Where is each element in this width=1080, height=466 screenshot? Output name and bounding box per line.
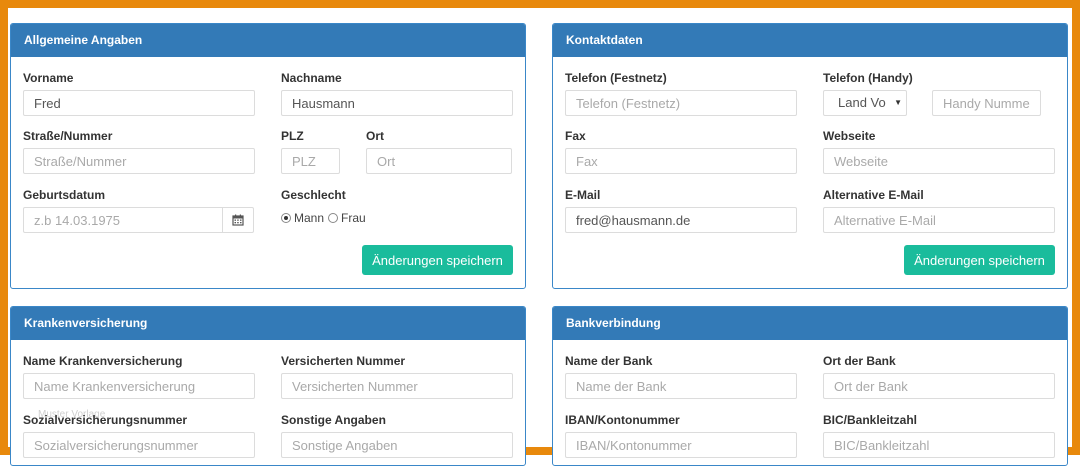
plz-label: PLZ bbox=[281, 129, 304, 143]
calendar-icon bbox=[232, 214, 244, 226]
geburtsdatum-input[interactable] bbox=[23, 207, 223, 233]
strasse-label: Straße/Nummer bbox=[23, 129, 113, 143]
iban-label: IBAN/Kontonummer bbox=[565, 413, 680, 427]
panel-title: Allgemeine Angaben bbox=[11, 24, 525, 57]
sonstige-angaben-label: Sonstige Angaben bbox=[281, 413, 386, 427]
bic-input[interactable] bbox=[823, 432, 1055, 458]
vorname-label: Vorname bbox=[23, 71, 74, 85]
nachname-input[interactable] bbox=[281, 90, 513, 116]
krankenversicherung-name-label: Name Krankenversicherung bbox=[23, 354, 183, 368]
chevron-down-icon: ▼ bbox=[894, 98, 902, 107]
fax-input[interactable] bbox=[565, 148, 797, 174]
krankenversicherung-name-input[interactable] bbox=[23, 373, 255, 399]
ort-input[interactable] bbox=[366, 148, 512, 174]
bank-name-label: Name der Bank bbox=[565, 354, 653, 368]
radio-frau[interactable] bbox=[328, 213, 339, 223]
alt-email-label: Alternative E-Mail bbox=[823, 188, 924, 202]
sozialversicherungsnummer-label: Sozialversicherungsnummer bbox=[23, 413, 188, 427]
bank-ort-input[interactable] bbox=[823, 373, 1055, 399]
email-input[interactable] bbox=[565, 207, 797, 233]
nachname-label: Nachname bbox=[281, 71, 342, 85]
handy-input[interactable] bbox=[932, 90, 1041, 116]
sonstige-angaben-input[interactable] bbox=[281, 432, 513, 458]
plz-input[interactable] bbox=[281, 148, 340, 174]
geschlecht-radio-group: Mann Frau bbox=[281, 211, 366, 225]
radio-frau-label[interactable]: Frau bbox=[341, 211, 366, 225]
festnetz-input[interactable] bbox=[565, 90, 797, 116]
fax-label: Fax bbox=[565, 129, 586, 143]
panel-title: Kontaktdaten bbox=[553, 24, 1067, 57]
bank-name-input[interactable] bbox=[565, 373, 797, 399]
land-vorwahl-value: Land Vo bbox=[838, 95, 886, 110]
save-button-allgemein[interactable]: Änderungen speichern bbox=[362, 245, 513, 275]
radio-mann-label[interactable]: Mann bbox=[294, 211, 324, 225]
geburtsdatum-label: Geburtsdatum bbox=[23, 188, 106, 202]
versicherten-nummer-input[interactable] bbox=[281, 373, 513, 399]
calendar-button[interactable] bbox=[222, 207, 254, 233]
strasse-input[interactable] bbox=[23, 148, 255, 174]
geschlecht-label: Geschlecht bbox=[281, 188, 346, 202]
panel-title: Bankverbindung bbox=[553, 307, 1067, 340]
bank-ort-label: Ort der Bank bbox=[823, 354, 896, 368]
festnetz-label: Telefon (Festnetz) bbox=[565, 71, 667, 85]
webseite-label: Webseite bbox=[823, 129, 876, 143]
email-label: E-Mail bbox=[565, 188, 601, 202]
bic-label: BIC/Bankleitzahl bbox=[823, 413, 918, 427]
land-vorwahl-select[interactable]: Land Vo ▼ bbox=[823, 90, 907, 116]
ort-label: Ort bbox=[366, 129, 384, 143]
alt-email-input[interactable] bbox=[823, 207, 1055, 233]
handy-label: Telefon (Handy) bbox=[823, 71, 913, 85]
versicherten-nummer-label: Versicherten Nummer bbox=[281, 354, 406, 368]
radio-mann[interactable] bbox=[281, 213, 291, 223]
panel-title: Krankenversicherung bbox=[11, 307, 525, 340]
vorname-input[interactable] bbox=[23, 90, 255, 116]
webseite-input[interactable] bbox=[823, 148, 1055, 174]
save-button-kontakt[interactable]: Änderungen speichern bbox=[904, 245, 1055, 275]
iban-input[interactable] bbox=[565, 432, 797, 458]
sozialversicherungsnummer-input[interactable] bbox=[23, 432, 255, 458]
